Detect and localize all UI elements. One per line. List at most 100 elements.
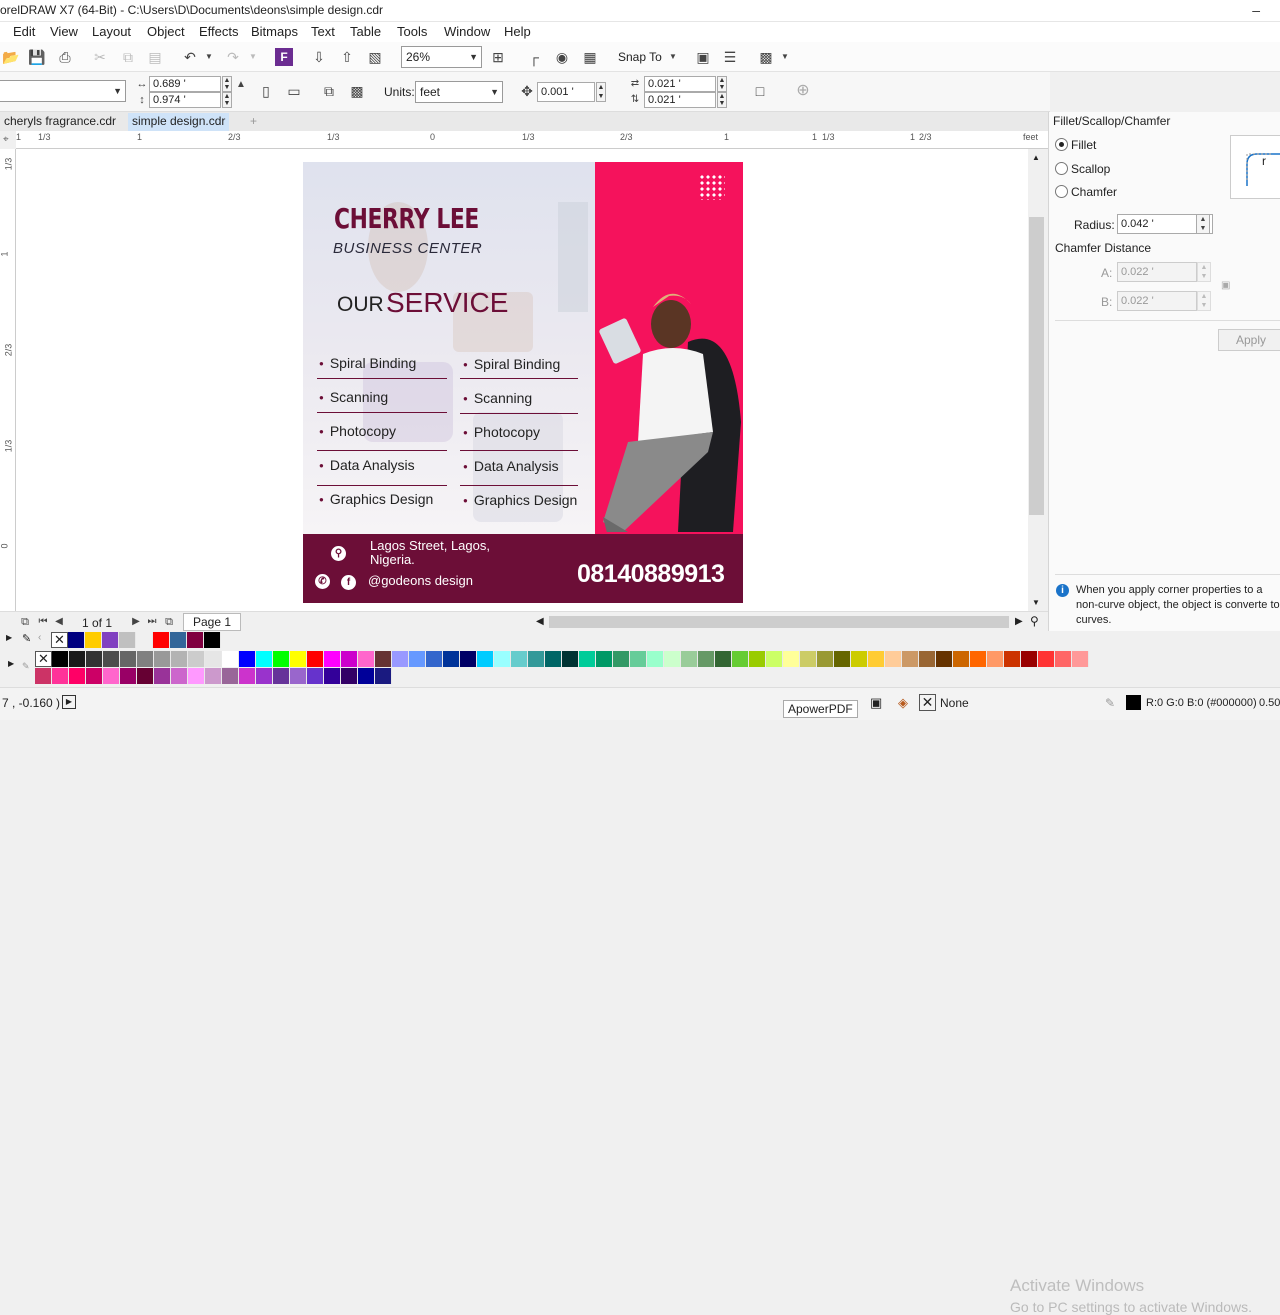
vertical-scrollbar[interactable]: ▲ ▼ xyxy=(1028,149,1046,611)
color-swatch[interactable] xyxy=(902,651,919,667)
color-swatch[interactable] xyxy=(341,651,358,667)
apply-button[interactable]: Apply xyxy=(1218,329,1280,351)
color-swatch[interactable] xyxy=(103,651,120,667)
eyedropper-icon[interactable]: ✎ xyxy=(22,661,30,672)
color-swatch[interactable] xyxy=(987,651,1004,667)
flyer-design[interactable]: CHERRY LEE BUSINESS CENTER OUR SERVICE S… xyxy=(303,162,743,603)
color-swatch[interactable] xyxy=(119,632,136,648)
color-swatch[interactable] xyxy=(137,668,154,684)
zoom-fit-icon[interactable]: ⊞ xyxy=(489,48,507,66)
color-swatch[interactable] xyxy=(970,651,987,667)
guidelines-icon[interactable]: ▦ xyxy=(581,48,599,66)
color-swatch[interactable] xyxy=(817,651,834,667)
undo-icon[interactable]: ↶ xyxy=(181,48,199,66)
launcher-icon[interactable]: ▩ xyxy=(757,48,775,66)
color-swatch[interactable] xyxy=(409,651,426,667)
color-swatch[interactable] xyxy=(120,651,137,667)
menu-view[interactable]: View xyxy=(50,24,78,39)
color-swatch[interactable] xyxy=(426,651,443,667)
color-swatch[interactable] xyxy=(290,651,307,667)
color-swatch[interactable] xyxy=(1072,651,1089,667)
color-swatch[interactable] xyxy=(103,668,120,684)
color-swatch[interactable] xyxy=(766,651,783,667)
menu-bitmaps[interactable]: Bitmaps xyxy=(251,24,298,39)
color-swatch[interactable] xyxy=(732,651,749,667)
color-swatch[interactable] xyxy=(205,668,222,684)
vertical-ruler[interactable]: 1/3 1 2/3 1/3 0 xyxy=(0,149,16,611)
welcome-screen-icon[interactable]: ▣ xyxy=(694,48,712,66)
b-spinner[interactable]: ▲ ▼ xyxy=(1197,291,1211,311)
color-swatch[interactable] xyxy=(783,651,800,667)
color-swatch[interactable] xyxy=(936,651,953,667)
prev-page-icon[interactable]: ◀ xyxy=(50,613,68,631)
nudge-field[interactable]: 0.001 ' xyxy=(537,82,595,102)
nudge-spinner[interactable]: ▲ ▼ xyxy=(596,82,606,102)
color-swatch[interactable] xyxy=(35,668,52,684)
duplicate-x-spinner[interactable]: ▲ ▼ xyxy=(717,76,727,92)
redo-icon[interactable]: ↷ xyxy=(224,48,242,66)
color-swatch[interactable] xyxy=(52,668,69,684)
color-swatch[interactable] xyxy=(511,651,528,667)
color-swatch[interactable] xyxy=(851,651,868,667)
zoom-icon[interactable]: ⚲ xyxy=(1030,614,1039,628)
tab-simple-design[interactable]: simple design.cdr xyxy=(128,113,230,131)
menu-window[interactable]: Window xyxy=(444,24,490,39)
zoom-combo[interactable]: 26% ▼ xyxy=(401,46,482,68)
color-swatch[interactable] xyxy=(477,651,494,667)
treat-as-filled-icon[interactable]: □ xyxy=(751,82,769,100)
ruler-origin-icon[interactable]: ⌖ xyxy=(3,134,9,145)
color-swatch[interactable] xyxy=(375,668,392,684)
snap-dropdown-icon[interactable]: ▼ xyxy=(664,48,682,66)
chevron-left-icon[interactable]: ‹ xyxy=(38,632,41,643)
paste-icon[interactable]: ▤ xyxy=(146,48,164,66)
color-swatch[interactable] xyxy=(171,651,188,667)
eyedropper-icon[interactable]: ✎ xyxy=(22,632,31,645)
color-swatch[interactable] xyxy=(715,651,732,667)
launcher-dropdown-icon[interactable]: ▼ xyxy=(776,48,794,66)
color-swatch[interactable] xyxy=(664,651,681,667)
menu-tools[interactable]: Tools xyxy=(397,24,427,39)
color-swatch[interactable] xyxy=(613,651,630,667)
radio-scallop-label[interactable]: Scallop xyxy=(1071,162,1110,176)
undo-dropdown-icon[interactable]: ▼ xyxy=(200,48,218,66)
duplicate-x-field[interactable]: 0.021 ' xyxy=(644,76,716,92)
color-swatch[interactable] xyxy=(324,668,341,684)
object-size-combo[interactable]: ▼ xyxy=(0,80,126,102)
color-swatch[interactable] xyxy=(205,651,222,667)
color-swatch[interactable] xyxy=(698,651,715,667)
tab-cheryls-fragrance[interactable]: cheryls fragrance.cdr xyxy=(0,113,120,131)
color-swatch[interactable] xyxy=(256,651,273,667)
object-info-icon[interactable]: ▣ xyxy=(870,695,882,711)
color-swatch[interactable] xyxy=(358,668,375,684)
all-pages-icon[interactable]: ⧉ xyxy=(320,82,338,100)
menu-object[interactable]: Object xyxy=(147,24,185,39)
color-swatch[interactable] xyxy=(256,668,273,684)
color-swatch[interactable] xyxy=(630,651,647,667)
import-icon[interactable]: ⇩ xyxy=(310,48,328,66)
color-swatch[interactable] xyxy=(324,651,341,667)
color-swatch[interactable] xyxy=(222,651,239,667)
color-swatch[interactable] xyxy=(68,632,85,648)
color-swatch[interactable] xyxy=(681,651,698,667)
view-icon[interactable]: ◉ xyxy=(553,48,571,66)
color-swatch[interactable] xyxy=(307,651,324,667)
duplicate-y-spinner[interactable]: ▲ ▼ xyxy=(717,92,727,108)
no-color-swatch[interactable]: ✕ xyxy=(51,632,68,648)
snap-to-button[interactable]: Snap To xyxy=(618,50,662,64)
color-swatch[interactable] xyxy=(953,651,970,667)
radio-fillet-label[interactable]: Fillet xyxy=(1071,138,1096,152)
publish-pdf-icon[interactable]: ▧ xyxy=(366,48,384,66)
menu-layout[interactable]: Layout xyxy=(92,24,131,39)
menu-effects[interactable]: Effects xyxy=(199,24,239,39)
export-icon[interactable]: ⇧ xyxy=(338,48,356,66)
print-icon[interactable]: ⎙ xyxy=(56,48,74,66)
menu-edit[interactable]: Edit xyxy=(13,24,35,39)
color-swatch[interactable] xyxy=(170,632,187,648)
insert-page-after-icon[interactable]: ⧉ xyxy=(160,613,178,631)
scrollbar-thumb[interactable] xyxy=(549,616,1009,628)
add-tab-icon[interactable]: + xyxy=(246,113,261,131)
current-page-icon[interactable]: ▩ xyxy=(348,82,366,100)
horizontal-ruler[interactable]: 1 1/3 1 2/3 1/3 0 1/3 2/3 1 1 1/3 1 2/3 … xyxy=(16,131,1048,149)
portrait-icon[interactable]: ▯ xyxy=(257,82,275,100)
color-swatch[interactable] xyxy=(1004,651,1021,667)
